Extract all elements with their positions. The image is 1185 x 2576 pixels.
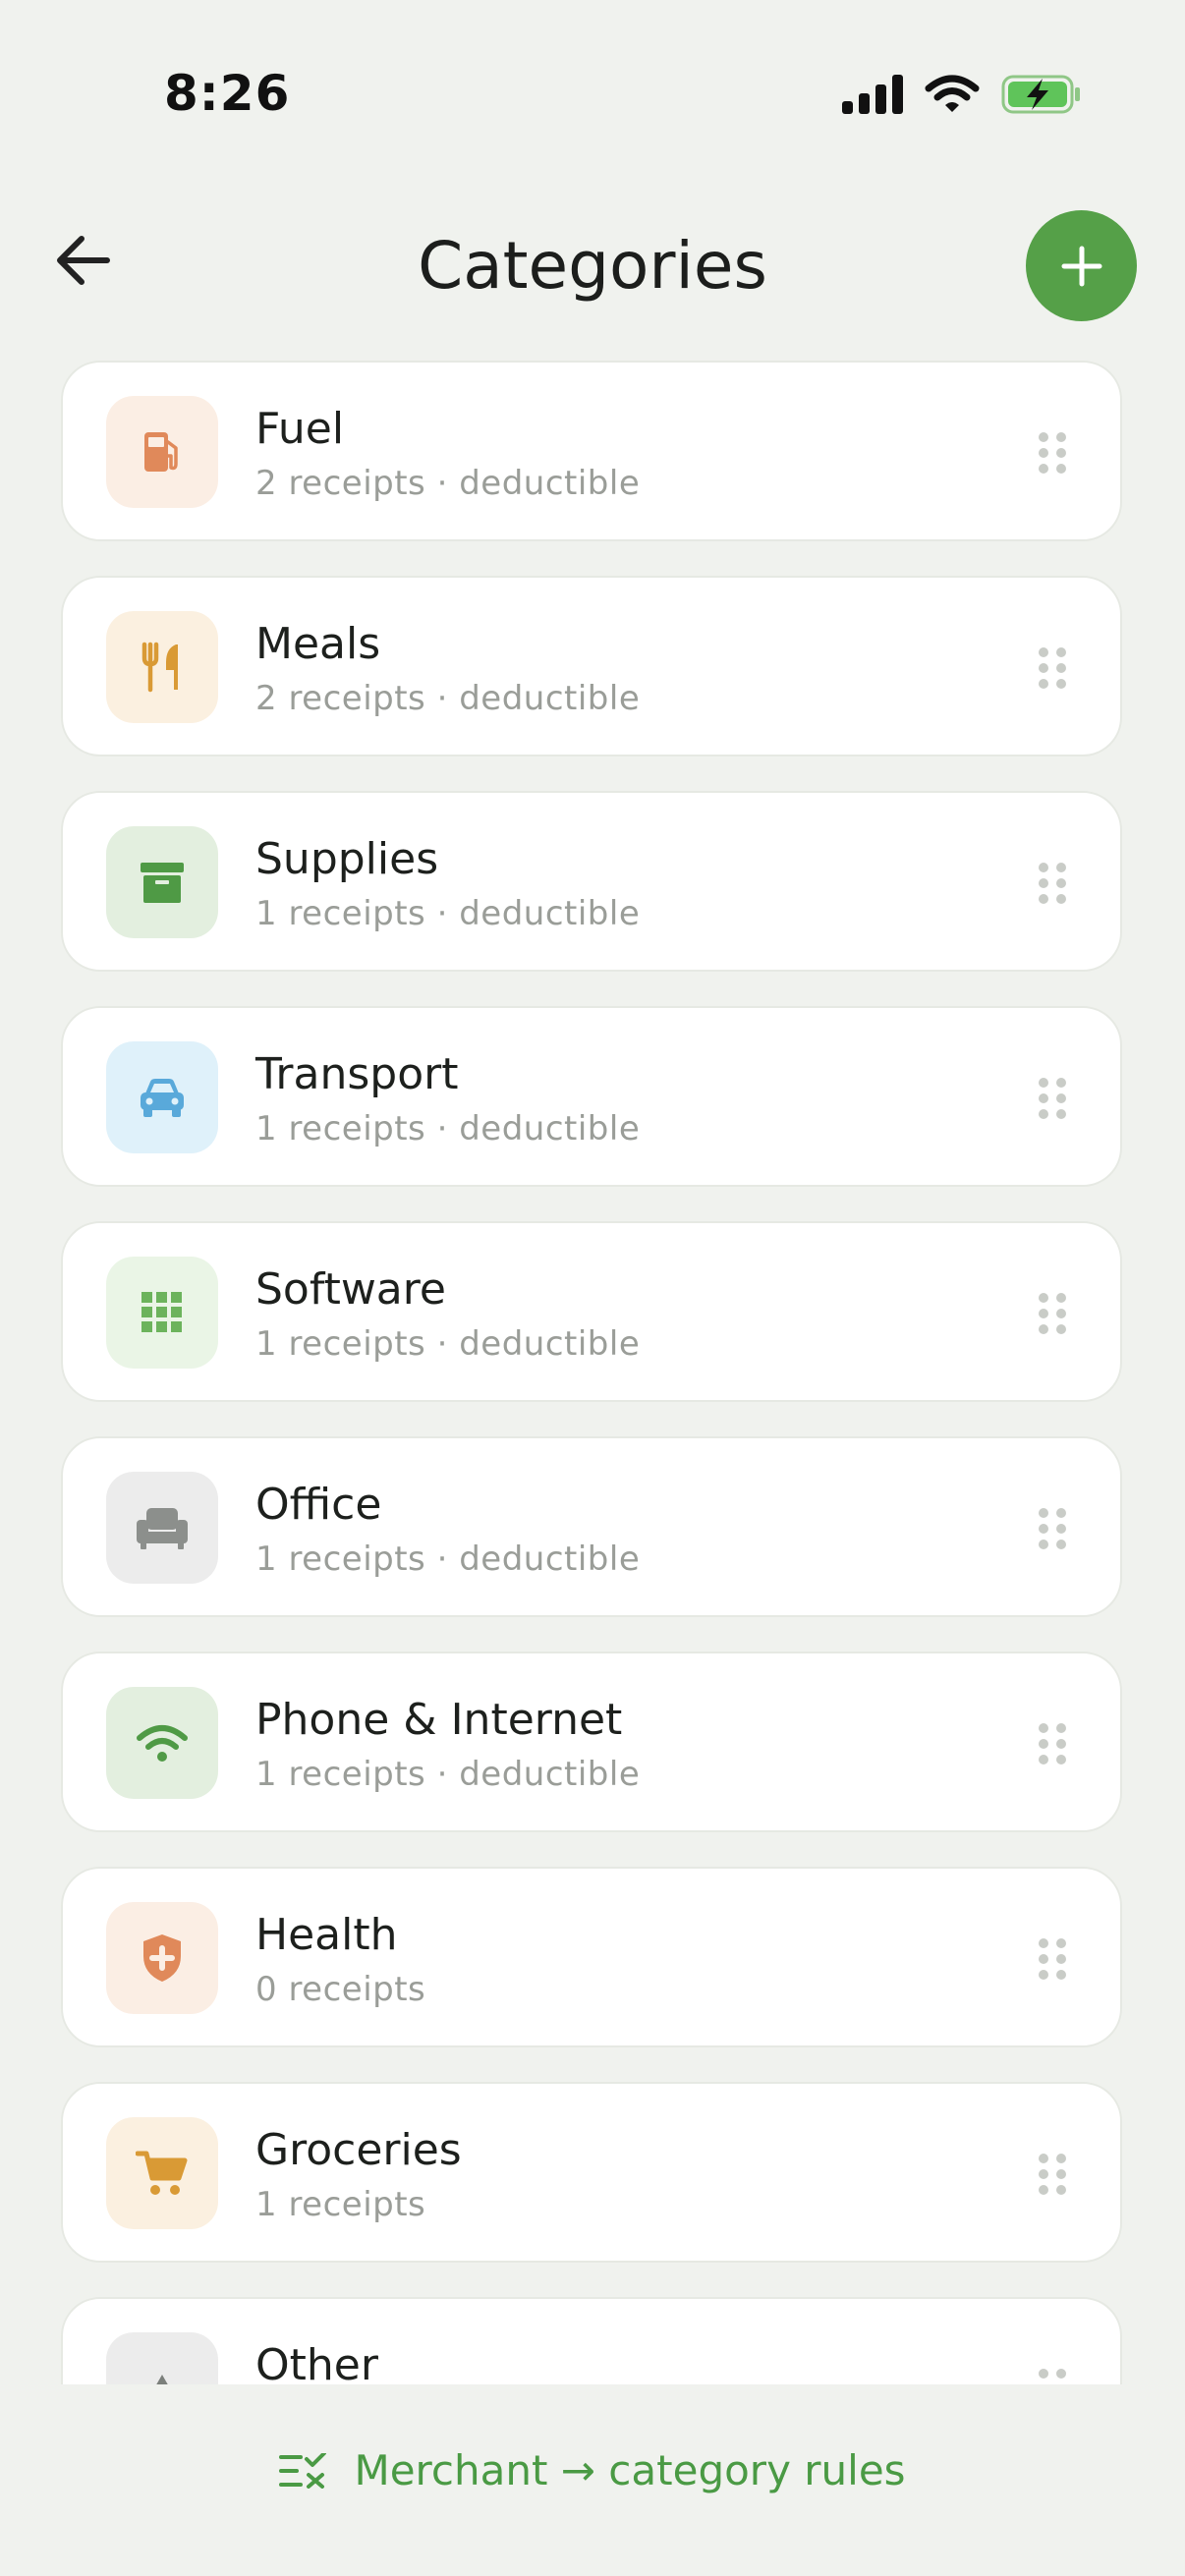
page-title: Categories bbox=[418, 228, 767, 304]
plus-icon bbox=[1061, 246, 1101, 286]
add-category-button[interactable] bbox=[1026, 210, 1137, 321]
armchair-icon bbox=[137, 1508, 188, 1549]
fork-knife-icon bbox=[141, 642, 178, 693]
category-meta: 1 receipts · deductible bbox=[255, 1755, 641, 1794]
category-meta: 1 receipts · deductible bbox=[255, 1540, 641, 1579]
drag-handle-icon[interactable] bbox=[1036, 2368, 1069, 2384]
fuel-pump-icon bbox=[144, 432, 178, 472]
category-meta: 0 receipts bbox=[255, 1970, 426, 2009]
category-card-software[interactable]: Software 1 receipts · deductible bbox=[61, 1221, 1122, 1402]
category-icon-tile bbox=[106, 826, 218, 938]
wifi-status-icon bbox=[925, 75, 980, 112]
category-meta: 2 receipts · deductible bbox=[255, 679, 641, 718]
triangle-icon bbox=[156, 2375, 168, 2384]
car-icon bbox=[141, 1079, 184, 1117]
signal-icon bbox=[842, 75, 903, 114]
category-icon-tile bbox=[106, 1902, 218, 2014]
list-check-icon bbox=[279, 2452, 327, 2489]
category-icon-tile bbox=[106, 1472, 218, 1584]
medical-shield-icon bbox=[143, 1934, 181, 1982]
category-card-other[interactable]: Other bbox=[61, 2297, 1122, 2384]
category-name: Transport bbox=[255, 1049, 459, 1099]
category-name: Supplies bbox=[255, 834, 439, 884]
category-card-fuel[interactable]: Fuel 2 receipts · deductible bbox=[61, 361, 1122, 541]
app-grid-icon bbox=[141, 1292, 182, 1332]
footer: Merchant → category rules bbox=[0, 2387, 1185, 2576]
archive-box-icon bbox=[141, 863, 184, 903]
status-icons bbox=[842, 75, 1082, 114]
category-icon-tile bbox=[106, 611, 218, 723]
category-card-phone-internet[interactable]: Phone & Internet 1 receipts · deductible bbox=[61, 1652, 1122, 1832]
category-name: Health bbox=[255, 1910, 398, 1960]
category-card-transport[interactable]: Transport 1 receipts · deductible bbox=[61, 1006, 1122, 1187]
category-name: Phone & Internet bbox=[255, 1695, 623, 1745]
category-meta: 1 receipts · deductible bbox=[255, 1109, 641, 1148]
battery-charging-icon bbox=[1001, 75, 1080, 114]
category-meta: 2 receipts · deductible bbox=[255, 464, 641, 503]
drag-handle-icon[interactable] bbox=[1036, 1077, 1069, 1120]
merchant-rules-label: Merchant → category rules bbox=[354, 2446, 906, 2494]
category-card-groceries[interactable]: Groceries 1 receipts bbox=[61, 2082, 1122, 2263]
category-card-meals[interactable]: Meals 2 receipts · deductible bbox=[61, 576, 1122, 756]
category-meta: 1 receipts · deductible bbox=[255, 894, 641, 933]
status-time: 8:26 bbox=[164, 65, 291, 122]
category-meta: 1 receipts bbox=[255, 2185, 426, 2224]
category-name: Software bbox=[255, 1264, 446, 1315]
drag-handle-icon[interactable] bbox=[1036, 646, 1069, 690]
category-name: Fuel bbox=[255, 404, 345, 454]
category-list: Fuel 2 receipts · deductible Meals 2 rec… bbox=[61, 361, 1124, 2384]
drag-handle-icon[interactable] bbox=[1036, 1722, 1069, 1765]
category-name: Other bbox=[255, 2340, 378, 2384]
category-icon-tile bbox=[106, 396, 218, 508]
category-icon-tile bbox=[106, 2332, 218, 2384]
category-name: Groceries bbox=[255, 2125, 462, 2175]
category-meta: 1 receipts · deductible bbox=[255, 1324, 641, 1364]
category-name: Meals bbox=[255, 619, 381, 669]
category-icon-tile bbox=[106, 1041, 218, 1153]
drag-handle-icon[interactable] bbox=[1036, 1507, 1069, 1550]
category-icon-tile bbox=[106, 1257, 218, 1369]
merchant-rules-link[interactable]: Merchant → category rules bbox=[0, 2446, 1185, 2494]
category-card-office[interactable]: Office 1 receipts · deductible bbox=[61, 1436, 1122, 1617]
shopping-cart-icon bbox=[136, 2151, 188, 2195]
category-icon-tile bbox=[106, 1687, 218, 1799]
status-bar: 8:26 bbox=[0, 0, 1185, 187]
drag-handle-icon[interactable] bbox=[1036, 1937, 1069, 1981]
category-card-health[interactable]: Health 0 receipts bbox=[61, 1867, 1122, 2047]
category-name: Office bbox=[255, 1480, 382, 1530]
drag-handle-icon[interactable] bbox=[1036, 2153, 1069, 2196]
wifi-icon bbox=[137, 1725, 188, 1762]
drag-handle-icon[interactable] bbox=[1036, 431, 1069, 475]
drag-handle-icon[interactable] bbox=[1036, 862, 1069, 905]
category-icon-tile bbox=[106, 2117, 218, 2229]
drag-handle-icon[interactable] bbox=[1036, 1292, 1069, 1335]
category-card-supplies[interactable]: Supplies 1 receipts · deductible bbox=[61, 791, 1122, 972]
header: Categories bbox=[0, 196, 1185, 334]
